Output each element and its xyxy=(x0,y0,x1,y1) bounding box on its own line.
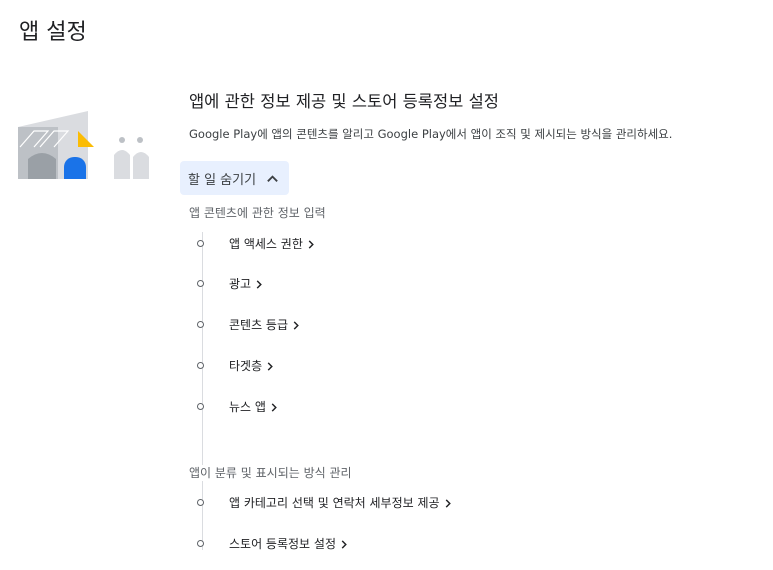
task-label: 콘텐츠 등급 xyxy=(229,317,289,332)
task-label: 광고 xyxy=(229,276,252,291)
task-link-app-access[interactable]: 앱 액세스 권한 xyxy=(229,235,315,252)
task-status-dot xyxy=(197,539,204,547)
task-status-dot xyxy=(197,402,204,410)
task-item: 앱 카테고리 선택 및 연락처 세부정보 제공 xyxy=(197,491,452,513)
group-title-app-content: 앱 콘텐츠에 관한 정보 입력 xyxy=(189,206,326,220)
task-item: 타겟층 xyxy=(197,354,274,376)
section-title: 앱에 관한 정보 제공 및 스토어 등록정보 설정 xyxy=(189,92,499,111)
task-link-news-app[interactable]: 뉴스 앱 xyxy=(229,398,278,415)
task-label: 앱 액세스 권한 xyxy=(229,236,303,251)
group-title-store-presence: 앱이 분류 및 표시되는 방식 관리 xyxy=(189,465,356,481)
task-label: 스토어 등록정보 설정 xyxy=(229,536,336,551)
chevron-right-icon xyxy=(445,498,451,508)
task-label: 타겟층 xyxy=(229,358,263,373)
task-item: 앱 액세스 권한 xyxy=(197,232,315,254)
task-label: 앱 카테고리 선택 및 연락처 세부정보 제공 xyxy=(229,495,440,510)
task-status-dot xyxy=(197,498,204,506)
task-item: 콘텐츠 등급 xyxy=(197,313,300,335)
chevron-up-icon xyxy=(267,174,278,182)
task-item: 뉴스 앱 xyxy=(197,395,278,417)
task-link-content-rating[interactable]: 콘텐츠 등급 xyxy=(229,316,300,333)
task-link-target-audience[interactable]: 타겟층 xyxy=(229,357,274,374)
task-item: 광고 xyxy=(197,272,263,294)
hide-tasks-label: 할 일 숨기기 xyxy=(188,172,257,188)
task-link-store-listing[interactable]: 스토어 등록정보 설정 xyxy=(229,535,348,552)
task-status-dot xyxy=(197,239,204,247)
hide-tasks-button[interactable]: 할 일 숨기기 xyxy=(180,161,290,195)
task-link-ads[interactable]: 광고 xyxy=(229,275,263,292)
section-description: Google Play에 앱의 콘텐츠를 알리고 Google Play에서 앱… xyxy=(189,127,673,141)
task-link-app-category[interactable]: 앱 카테고리 선택 및 연락처 세부정보 제공 xyxy=(229,494,452,511)
task-status-dot xyxy=(197,361,204,369)
page-title: 앱 설정 xyxy=(19,20,87,45)
task-status-dot xyxy=(197,320,204,328)
chevron-right-icon xyxy=(308,239,314,249)
chevron-right-icon xyxy=(256,279,262,289)
app-setup-illustration xyxy=(18,111,149,179)
chevron-right-icon xyxy=(267,361,273,371)
task-item: 스토어 등록정보 설정 xyxy=(197,532,348,554)
chevron-right-icon xyxy=(271,402,277,412)
task-status-dot xyxy=(197,279,204,287)
chevron-right-icon xyxy=(341,539,347,549)
chevron-right-icon xyxy=(293,320,299,330)
task-label: 뉴스 앱 xyxy=(229,399,266,414)
